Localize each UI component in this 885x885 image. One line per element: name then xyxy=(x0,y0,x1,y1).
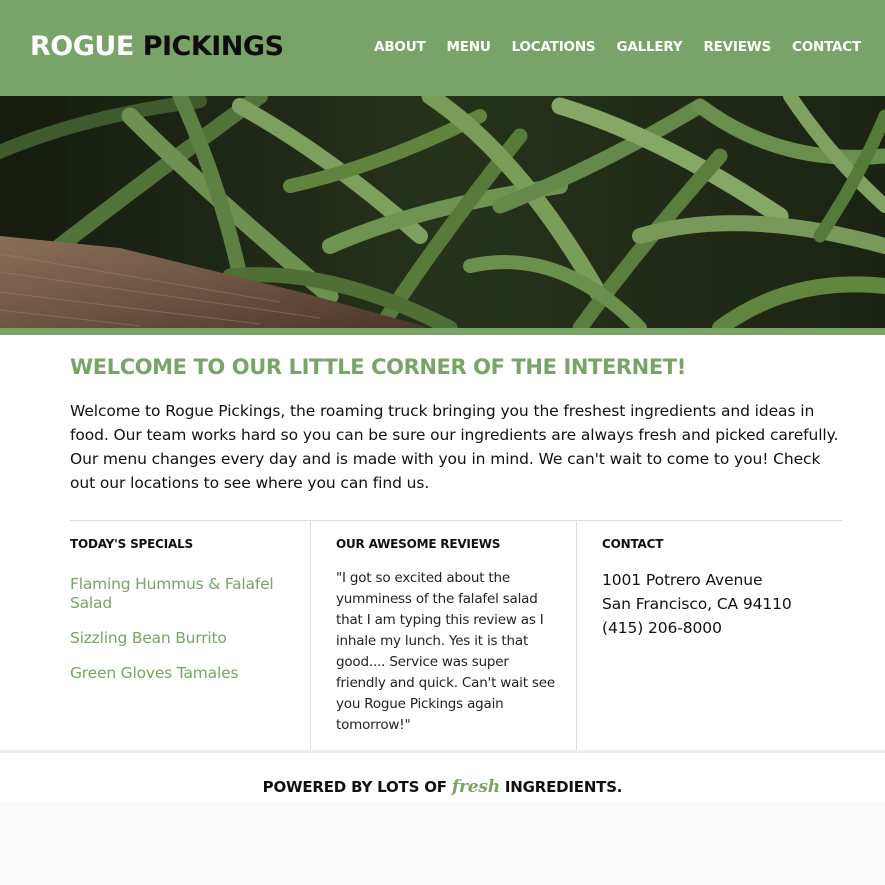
footer-text-before: POWERED BY LOTS OF xyxy=(262,778,452,796)
footer-fresh-word: fresh xyxy=(451,777,500,797)
nav-link-locations[interactable]: LOCATIONS xyxy=(512,38,596,56)
special-item[interactable]: Flaming Hummus & Falafel Salad xyxy=(70,575,300,613)
special-item[interactable]: Sizzling Bean Burrito xyxy=(70,629,300,648)
footer-text-after: INGREDIENTS. xyxy=(499,778,623,796)
info-columns: TODAY'S SPECIALS Flaming Hummus & Falafe… xyxy=(70,520,842,751)
nav-link-contact[interactable]: CONTACT xyxy=(792,38,861,56)
hero-image-green-beans xyxy=(0,96,885,328)
main-nav: ABOUT MENU LOCATIONS GALLERY REVIEWS CON… xyxy=(374,38,861,56)
contact-address-line2: San Francisco, CA 94110 xyxy=(602,595,792,613)
contact-title: CONTACT xyxy=(602,537,664,551)
review-quote: "I got so excited about the yumminess of… xyxy=(336,570,555,733)
welcome-paragraph: Welcome to Rogue Pickings, the roaming t… xyxy=(70,402,839,492)
footer-tagline: POWERED BY LOTS OF fresh INGREDIENTS. xyxy=(0,777,885,797)
reviews-column: OUR AWESOME REVIEWS "I got so excited ab… xyxy=(310,521,576,751)
site-logo[interactable]: ROGUE PICKINGS xyxy=(30,31,284,63)
nav-link-gallery[interactable]: GALLERY xyxy=(616,38,682,56)
logo-word-rogue: ROGUE xyxy=(30,31,134,62)
site-header: ROGUE PICKINGS ABOUT MENU LOCATIONS GALL… xyxy=(0,0,885,96)
special-item[interactable]: Green Gloves Tamales xyxy=(70,664,300,683)
logo-word-pickings: PICKINGS xyxy=(142,31,284,62)
nav-link-reviews[interactable]: REVIEWS xyxy=(703,38,771,56)
nav-link-about[interactable]: ABOUT xyxy=(374,38,426,56)
nav-link-menu[interactable]: MENU xyxy=(446,38,490,56)
page-bottom-area xyxy=(0,802,885,885)
reviews-title: OUR AWESOME REVIEWS xyxy=(336,537,501,551)
specials-list: Flaming Hummus & Falafel Salad Sizzling … xyxy=(70,575,300,699)
site-footer: POWERED BY LOTS OF fresh INGREDIENTS. xyxy=(0,750,885,802)
contact-address-line1: 1001 Potrero Avenue xyxy=(602,571,763,589)
specials-column: TODAY'S SPECIALS Flaming Hummus & Falafe… xyxy=(70,521,310,751)
contact-phone[interactable]: (415) 206-8000 xyxy=(602,616,792,640)
green-beans-illustration xyxy=(0,96,885,328)
contact-column: CONTACT 1001 Potrero Avenue San Francisc… xyxy=(576,521,842,751)
contact-details: 1001 Potrero Avenue San Francisco, CA 94… xyxy=(602,568,792,640)
hero-bottom-stripe xyxy=(0,328,885,335)
main-content: WELCOME TO OUR LITTLE CORNER OF THE INTE… xyxy=(0,335,885,751)
welcome-title: WELCOME TO OUR LITTLE CORNER OF THE INTE… xyxy=(70,355,686,379)
specials-title: TODAY'S SPECIALS xyxy=(70,537,193,551)
